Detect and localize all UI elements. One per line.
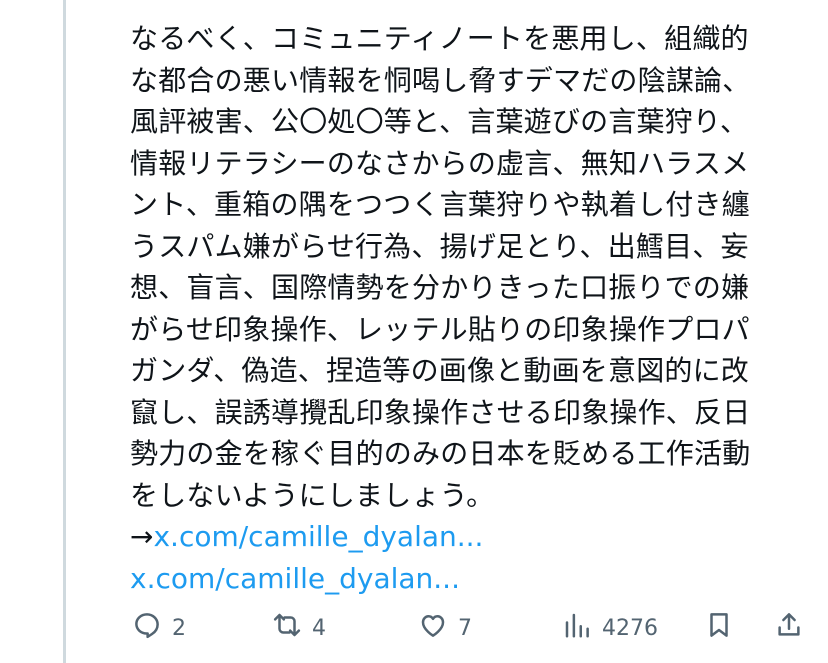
bookmark-icon xyxy=(704,610,734,646)
tweet-link-1[interactable]: x.com/camille_dyalan... xyxy=(153,520,483,553)
link-row-1: →x.com/camille_dyalan... xyxy=(130,516,810,558)
repost-count: 4 xyxy=(312,615,326,641)
reply-icon xyxy=(132,610,162,646)
share-button[interactable] xyxy=(774,606,804,650)
views-button[interactable]: 4276 xyxy=(562,606,658,650)
repost-icon xyxy=(272,610,302,646)
reply-count: 2 xyxy=(172,615,186,641)
like-icon xyxy=(418,610,448,646)
share-icon xyxy=(774,610,804,646)
arrow-glyph: → xyxy=(130,520,154,553)
bookmark-button[interactable] xyxy=(704,606,734,650)
reply-button[interactable]: 2 xyxy=(132,606,186,650)
repost-button[interactable]: 4 xyxy=(272,606,326,650)
views-icon xyxy=(562,610,592,646)
like-button[interactable]: 7 xyxy=(418,606,472,650)
tweet-text: なるべく、コミュニティノートを悪用し、組織的 な都合の悪い情報を恫喝し脅すデマだ… xyxy=(130,22,751,512)
tweet-action-bar: 2 4 7 4276 xyxy=(130,606,810,650)
tweet-body: なるべく、コミュニティノートを悪用し、組織的 な都合の悪い情報を恫喝し脅すデマだ… xyxy=(130,18,810,599)
views-count: 4276 xyxy=(602,615,658,641)
link-row-2: x.com/camille_dyalan... xyxy=(130,558,810,600)
thread-connector-line xyxy=(63,0,66,663)
tweet-link-2[interactable]: x.com/camille_dyalan... xyxy=(130,562,460,595)
like-count: 7 xyxy=(458,615,472,641)
